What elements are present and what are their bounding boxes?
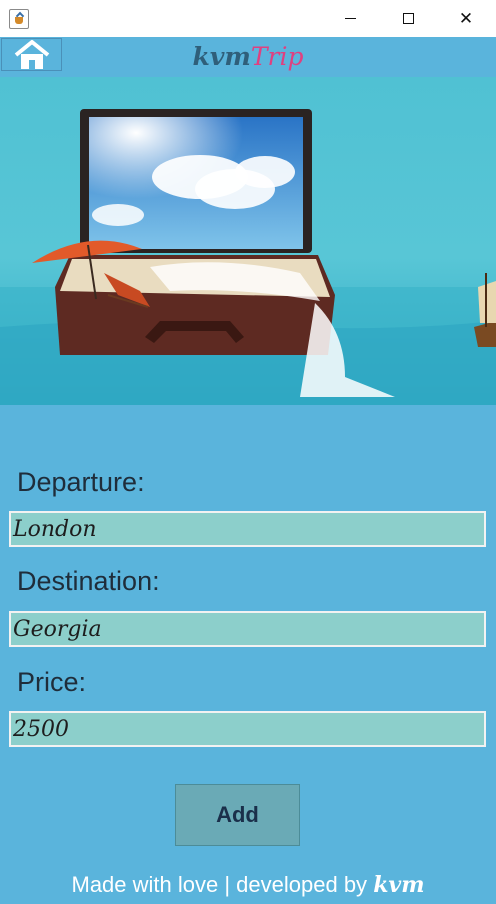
minimize-button[interactable] (321, 0, 379, 37)
price-label: Price: (17, 667, 87, 697)
window-title-bar: ✕ (0, 0, 496, 37)
minimize-icon (344, 18, 356, 19)
footer-credit: Made with love | developed by kvm (71, 872, 425, 898)
hero-image (0, 77, 496, 405)
maximize-button[interactable] (379, 0, 437, 37)
close-icon: ✕ (458, 8, 474, 29)
close-button[interactable]: ✕ (437, 0, 495, 37)
app-header: kvmTrip (0, 37, 496, 77)
price-field[interactable]: 2500 (9, 711, 486, 747)
departure-field[interactable]: London (9, 511, 486, 547)
app-logo: kvmTrip (192, 42, 304, 71)
departure-label: Departure: (17, 467, 145, 497)
maximize-icon (402, 13, 414, 24)
add-button[interactable]: Add (175, 784, 300, 846)
destination-label: Destination: (17, 566, 160, 596)
destination-field[interactable]: Georgia (9, 611, 486, 647)
java-cup-icon (9, 9, 29, 29)
